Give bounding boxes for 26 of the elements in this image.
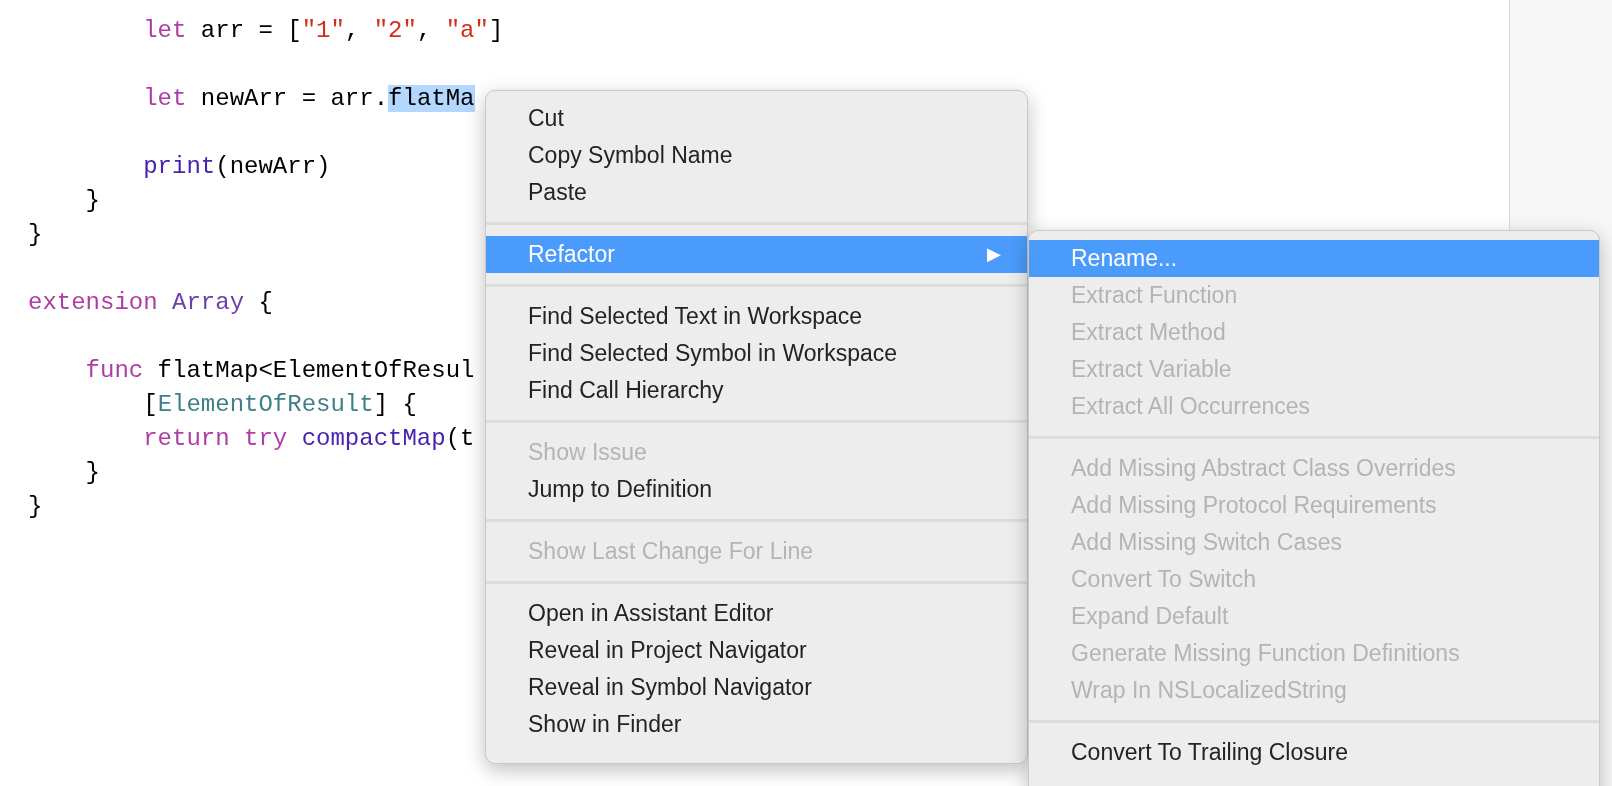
menu-item[interactable]: Open in Assistant Editor xyxy=(486,595,1027,632)
menu-item[interactable]: Reveal in Symbol Navigator xyxy=(486,669,1027,706)
code-line: extension Array { xyxy=(28,288,273,318)
menu-item[interactable]: Convert To Trailing Closure xyxy=(1029,734,1599,771)
menu-item[interactable]: Copy Symbol Name xyxy=(486,137,1027,174)
code-line: [ElementOfResult] { xyxy=(142,390,417,420)
menu-item[interactable]: Find Call Hierarchy xyxy=(486,372,1027,409)
menu-item[interactable]: Rename... xyxy=(1029,240,1599,277)
menu-item[interactable]: Reveal in Project Navigator xyxy=(486,632,1027,669)
code-line: func flatMap<ElementOfResul xyxy=(84,356,475,386)
menu-item[interactable]: Find Selected Symbol in Workspace xyxy=(486,335,1027,372)
code-line: } xyxy=(28,220,43,250)
code-line: } xyxy=(84,186,100,216)
menu-item[interactable]: Jump to Definition xyxy=(486,471,1027,508)
menu-item[interactable]: Paste xyxy=(486,174,1027,211)
menu-item[interactable]: Cut xyxy=(486,100,1027,137)
code-line: } xyxy=(28,492,43,522)
code-line: } xyxy=(84,458,100,488)
code-line: let newArr = arr.flatMa xyxy=(142,84,475,114)
menu-item[interactable]: Refactor ▶ xyxy=(486,236,1027,273)
submenu-arrow: ▶ xyxy=(987,243,1001,266)
menu-item[interactable]: Show in Finder xyxy=(486,706,1027,743)
code-line: return try compactMap(t xyxy=(142,424,475,454)
code-line: let arr = ["1", "2", "a"] xyxy=(142,16,504,46)
code-line: print(newArr) xyxy=(142,152,331,182)
menu-item[interactable]: Find Selected Text in Workspace xyxy=(486,298,1027,335)
